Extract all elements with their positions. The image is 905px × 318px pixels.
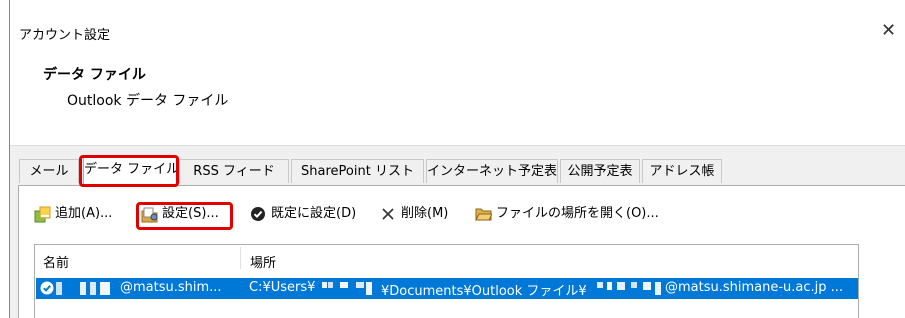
tab-published-calendars[interactable]: 公開予定表 <box>560 159 640 183</box>
delete-label: 削除(M) <box>401 206 449 221</box>
data-file-location-part2: ¥Documents¥Outlook ファイル¥ <box>381 284 587 299</box>
open-folder-icon <box>475 208 492 221</box>
redacted-account-mosaic <box>597 282 663 295</box>
column-header-name[interactable]: 名前 <box>43 252 69 271</box>
section-title: データ ファイル <box>43 67 146 83</box>
tab-sharepoint-lists[interactable]: SharePoint リスト <box>291 159 424 183</box>
tab-highlight-box <box>79 155 179 187</box>
delete-x-icon <box>382 208 394 220</box>
close-icon[interactable]: ✕ <box>881 20 896 41</box>
add-data-file-icon <box>34 206 51 223</box>
set-default-label: 既定に設定(D) <box>271 206 357 221</box>
account-settings-dialog: アカウント設定 ✕ データ ファイル Outlook データ ファイル メール … <box>0 0 905 318</box>
data-file-list[interactable]: 名前 場所 @matsu.shim... C:¥Users¥ ¥Document… <box>34 244 859 318</box>
set-default-button[interactable]: 既定に設定(D) <box>250 204 375 224</box>
add-label: 追加(A)... <box>55 206 113 221</box>
data-file-location-part3: @matsu.shimane-u.ac.jp ... <box>665 280 844 295</box>
tab-rss-feeds[interactable]: RSS フィード <box>179 159 289 183</box>
settings-highlight-box <box>136 202 233 230</box>
section-subtitle: Outlook データ ファイル <box>67 93 229 109</box>
window-title: アカウント設定 <box>19 28 111 43</box>
tab-address-books[interactable]: アドレス帳 <box>642 159 722 183</box>
redacted-user-mosaic <box>322 282 378 295</box>
list-item[interactable]: @matsu.shim... C:¥Users¥ ¥Documents¥Outl… <box>36 278 858 299</box>
add-button[interactable]: 追加(A)... <box>34 204 134 224</box>
redacted-name-mosaic <box>56 282 116 295</box>
open-file-location-button[interactable]: ファイルの場所を開く(O)... <box>475 204 675 224</box>
tab-internet-calendars[interactable]: インターネット予定表 <box>426 159 558 183</box>
default-checkmark-icon <box>40 281 54 295</box>
data-file-location-part1: C:¥Users¥ <box>249 280 316 295</box>
data-file-name: @matsu.shim... <box>120 280 222 295</box>
open-location-label: ファイルの場所を開く(O)... <box>496 206 659 221</box>
column-header-location[interactable]: 場所 <box>250 252 276 271</box>
tab-mail[interactable]: メール <box>19 159 79 183</box>
checkmark-circle-icon <box>251 207 265 221</box>
column-divider[interactable] <box>240 247 241 269</box>
delete-button[interactable]: 削除(M) <box>380 204 470 224</box>
